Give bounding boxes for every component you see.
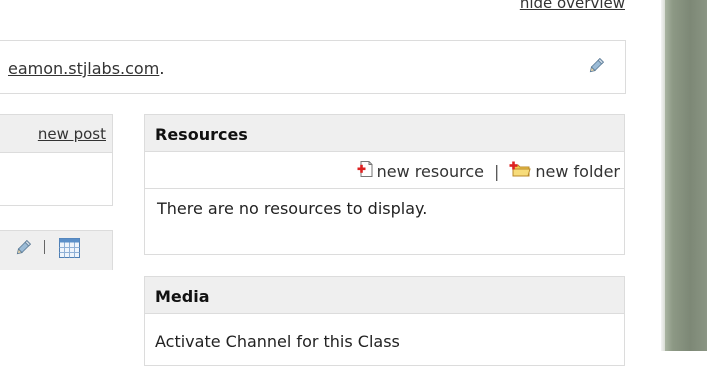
- site-url-text: eamon.stjlabs.com.: [8, 59, 164, 78]
- background-strip: [665, 0, 707, 351]
- new-resource-link[interactable]: new resource: [377, 162, 484, 181]
- new-resource-icon[interactable]: [357, 160, 373, 182]
- resources-empty-message: There are no resources to display.: [157, 199, 428, 218]
- resources-panel: Resources new resource | new folder Ther…: [144, 114, 625, 255]
- media-panel: Media Activate Channel for this Class: [144, 276, 625, 366]
- blog-panel-header: new post: [0, 115, 112, 153]
- media-activate-text: Activate Channel for this Class: [155, 332, 400, 351]
- pencil-icon[interactable]: [587, 57, 605, 75]
- actions-separator: |: [494, 161, 500, 181]
- calendar-icon[interactable]: [59, 238, 80, 262]
- hide-overview-link[interactable]: hide overview: [520, 0, 625, 12]
- new-folder-link[interactable]: new folder: [535, 162, 620, 181]
- new-folder-icon[interactable]: [509, 160, 532, 182]
- media-title: Media: [145, 277, 624, 314]
- tools-panel-header: [0, 230, 113, 270]
- site-url-box: eamon.stjlabs.com.: [0, 40, 626, 94]
- site-url-suffix: .: [159, 59, 165, 78]
- resources-title: Resources: [145, 115, 624, 152]
- toolbar-separator: [44, 240, 45, 254]
- site-url-link[interactable]: eamon.stjlabs.com: [8, 59, 159, 78]
- pencil-icon[interactable]: [14, 239, 32, 257]
- resources-actions: new resource | new folder: [145, 152, 624, 189]
- new-post-link[interactable]: new post: [38, 125, 106, 143]
- blog-panel: new post: [0, 114, 113, 206]
